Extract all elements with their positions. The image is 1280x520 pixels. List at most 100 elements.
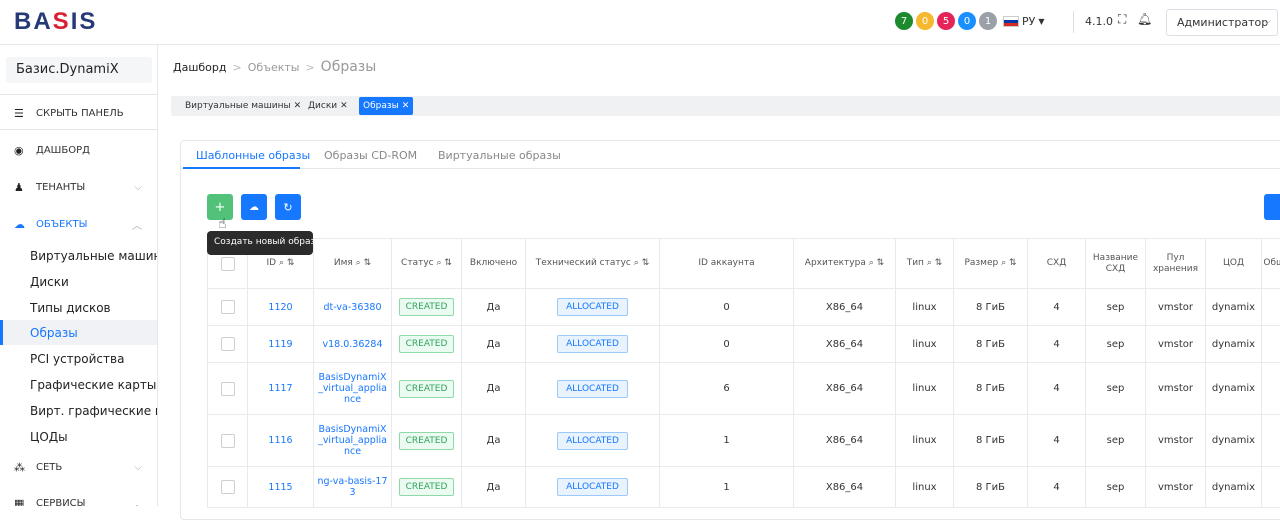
cell-id[interactable]: 1120 — [248, 289, 314, 326]
sidebar-subitem-gpus[interactable]: Графические карты — [30, 378, 156, 392]
header-status[interactable]: Статус ⌕ ⇅ — [392, 239, 462, 289]
bell-icon[interactable]: 🔔︎ — [1137, 12, 1152, 26]
table-row[interactable]: 1115ng-va-basis-173CREATEDДаALLOCATED1X8… — [208, 467, 1280, 508]
version-label: 4.1.0 — [1085, 15, 1113, 28]
close-icon[interactable]: ✕ — [294, 101, 302, 111]
sidebar-subitem-disk-types[interactable]: Типы дисков — [30, 301, 111, 315]
cell-tech-status: ALLOCATED — [526, 467, 660, 508]
sidebar-subitem-pci[interactable]: PCI устройства — [30, 352, 124, 366]
table-header: ID ⌕ ⇅ Имя ⌕ ⇅ Статус ⌕ ⇅ Включено Техни… — [208, 239, 1280, 289]
upload-image-button[interactable]: ☁ — [241, 194, 267, 220]
brand-selector[interactable]: Базис.DynamiX — [6, 57, 152, 83]
chevron-up-icon: ︿ — [132, 217, 142, 232]
content-tabs: Шаблонные образы Образы CD-ROM Виртуальн… — [181, 141, 1280, 169]
tech-status-badge: ALLOCATED — [557, 380, 628, 398]
breadcrumb: Дашборд > Объекты > Образы — [173, 59, 376, 75]
header-tech-status[interactable]: Технический статус ⌕ ⇅ — [526, 239, 660, 289]
services-icon: ▦ — [14, 497, 30, 506]
cell-id[interactable]: 1119 — [248, 326, 314, 363]
badge-blue[interactable]: 0 — [958, 12, 976, 30]
sidebar-item-dashboard[interactable]: ◉ ДАШБОРД — [14, 144, 150, 157]
sidebar-active-highlight — [0, 320, 157, 345]
open-tab-disks[interactable]: Диски✕ — [304, 99, 352, 113]
table-row[interactable]: 1120dt-va-36380CREATEDДаALLOCATED0X86_64… — [208, 289, 1280, 326]
header-account-id[interactable]: ID аккаунта — [660, 239, 794, 289]
open-tab-images[interactable]: Образы✕ — [359, 97, 413, 115]
sidebar-item-tenants[interactable]: ♟ ТЕНАНТЫ ⌵ — [14, 181, 150, 194]
breadcrumb-dashboard[interactable]: Дашборд — [173, 61, 227, 74]
cell-dc: dynamix — [1206, 363, 1262, 415]
table-row[interactable]: 1116BasisDynamiX_virtual_applianceCREATE… — [208, 415, 1280, 467]
close-icon[interactable]: ✕ — [340, 101, 348, 111]
row-checkbox[interactable] — [221, 434, 235, 448]
language-selector[interactable]: РУ ▼ — [1003, 15, 1045, 28]
breadcrumb-separator-icon: > — [305, 61, 314, 74]
badge-red[interactable]: 5 — [937, 12, 955, 30]
cell-sds-name: sep — [1086, 363, 1146, 415]
dashboard-icon: ◉ — [14, 144, 30, 157]
tab-cdrom-images[interactable]: Образы CD-ROM — [324, 149, 417, 162]
chevron-down-icon: ⌵ — [134, 462, 142, 473]
open-tab-vms[interactable]: Виртуальные машины✕ — [181, 99, 305, 113]
badge-green[interactable]: 7 — [895, 12, 913, 30]
cell-tech-status: ALLOCATED — [526, 415, 660, 467]
cell-dc: dynamix — [1206, 326, 1262, 363]
user-menu[interactable]: Администратор ⌵ — [1166, 9, 1278, 36]
cell-type: linux — [896, 289, 954, 326]
sidebar-item-objects[interactable]: ☁ ОБЪЕКТЫ ︿ — [14, 218, 150, 231]
cell-account: 6 — [660, 363, 794, 415]
header-type[interactable]: Тип ⌕ ⇅ — [896, 239, 954, 289]
cell-name[interactable]: BasisDynamiX_virtual_appliance — [314, 363, 392, 415]
cell-name[interactable]: dt-va-36380 — [314, 289, 392, 326]
fullscreen-icon[interactable]: ⛶ — [1118, 12, 1126, 27]
settings-button[interactable] — [1264, 194, 1280, 220]
tab-virtual-images[interactable]: Виртуальные образы — [438, 149, 561, 162]
header-shared[interactable]: Общ. у — [1262, 239, 1280, 289]
cloud-icon: ☁ — [14, 218, 30, 231]
row-select-cell — [208, 467, 248, 508]
cell-size: 8 ГиБ — [954, 363, 1028, 415]
cell-id[interactable]: 1117 — [248, 363, 314, 415]
cell-shared — [1262, 415, 1280, 467]
tab-template-images[interactable]: Шаблонные образы — [196, 149, 310, 162]
header-size[interactable]: Размер ⌕ ⇅ — [954, 239, 1028, 289]
cell-name[interactable]: BasisDynamiX_virtual_appliance — [314, 415, 392, 467]
sidebar-subitem-vms[interactable]: Виртуальные машины — [30, 249, 158, 263]
table-row[interactable]: 1119v18.0.36284CREATEDДаALLOCATED0X86_64… — [208, 326, 1280, 363]
cell-shared — [1262, 326, 1280, 363]
table-row[interactable]: 1117BasisDynamiX_virtual_applianceCREATE… — [208, 363, 1280, 415]
hide-panel-button[interactable]: ☰ СКРЫТЬ ПАНЕЛЬ — [14, 107, 150, 120]
badge-gray[interactable]: 1 — [979, 12, 997, 30]
sidebar-subitem-images[interactable]: Образы — [30, 326, 78, 340]
header-sds[interactable]: СХД — [1028, 239, 1086, 289]
cell-pool: vmstor — [1146, 326, 1206, 363]
header-arch[interactable]: Архитектура ⌕ ⇅ — [794, 239, 896, 289]
breadcrumb-objects[interactable]: Объекты — [248, 61, 300, 74]
select-all-checkbox[interactable] — [221, 257, 235, 271]
close-icon[interactable]: ✕ — [402, 101, 410, 111]
sidebar-item-services[interactable]: ▦ СЕРВИСЫ ︿ — [14, 497, 150, 506]
header-dc[interactable]: ЦОД — [1206, 239, 1262, 289]
logo[interactable]: BASIS — [14, 8, 97, 36]
cell-name[interactable]: ng-va-basis-173 — [314, 467, 392, 508]
badge-yellow[interactable]: 0 — [916, 12, 934, 30]
refresh-button[interactable]: ↻ — [275, 194, 301, 220]
cell-id[interactable]: 1116 — [248, 415, 314, 467]
sidebar-subitem-datacenters[interactable]: ЦОДы — [30, 430, 68, 444]
row-checkbox[interactable] — [221, 300, 235, 314]
cell-name[interactable]: v18.0.36284 — [314, 326, 392, 363]
header-name[interactable]: Имя ⌕ ⇅ — [314, 239, 392, 289]
row-checkbox[interactable] — [221, 480, 235, 494]
sidebar-item-network[interactable]: ⁂ СЕТЬ ⌵ — [14, 461, 150, 474]
sidebar-subitem-vgpus[interactable]: Вирт. графические карты — [30, 404, 158, 418]
active-tab-indicator — [183, 167, 300, 169]
cell-size: 8 ГиБ — [954, 289, 1028, 326]
header-sds-name[interactable]: Название СХД — [1086, 239, 1146, 289]
status-badge: CREATED — [399, 478, 455, 496]
row-checkbox[interactable] — [221, 337, 235, 351]
sidebar-subitem-disks[interactable]: Диски — [30, 275, 69, 289]
cell-id[interactable]: 1115 — [248, 467, 314, 508]
header-enabled[interactable]: Включено — [462, 239, 526, 289]
row-checkbox[interactable] — [221, 382, 235, 396]
header-pool[interactable]: Пул хранения — [1146, 239, 1206, 289]
